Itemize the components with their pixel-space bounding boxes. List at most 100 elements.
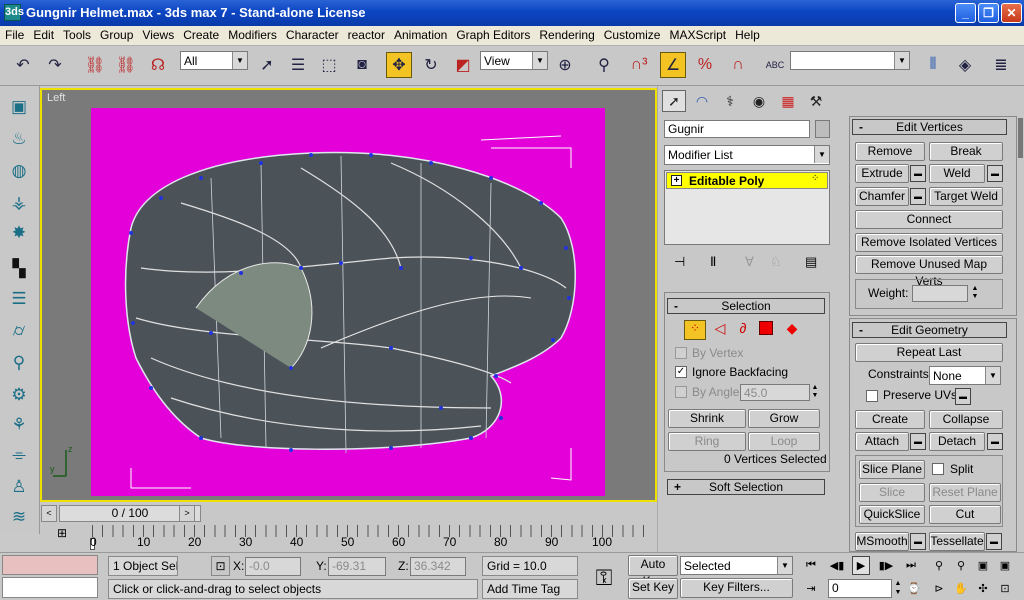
zoom-extents-all-icon[interactable]: ▣ bbox=[996, 556, 1014, 575]
track-bar[interactable]: ⊞ 0 10 20 30 40 50 60 70 80 90 100 bbox=[40, 524, 657, 552]
configure-sets-icon[interactable]: ▤ bbox=[805, 254, 817, 270]
motion-tab-icon[interactable]: ◉ bbox=[747, 90, 771, 112]
y-coordinate-field[interactable]: -69.31 bbox=[328, 557, 386, 576]
zoom-icon[interactable]: ⚲ bbox=[930, 556, 948, 575]
detach-button[interactable]: Detach bbox=[929, 432, 985, 451]
lock-selection-icon[interactable]: ⊡ bbox=[211, 556, 230, 576]
fish-icon[interactable]: ⌯ bbox=[6, 442, 32, 468]
close-button[interactable]: ✕ bbox=[1001, 3, 1022, 23]
edit-geometry-header[interactable]: - Edit Geometry bbox=[852, 322, 1007, 338]
ignore-backfacing-checkbox[interactable]: ✓ bbox=[675, 366, 687, 378]
extrude-button[interactable]: Extrude bbox=[855, 164, 909, 183]
hierarchy-tab-icon[interactable]: ⚕ bbox=[718, 90, 742, 112]
select-and-move-icon[interactable]: ✥ bbox=[386, 52, 412, 78]
utilities-tab-icon[interactable]: ⚒ bbox=[804, 90, 828, 112]
layer-manager-icon[interactable]: ≣ bbox=[988, 52, 1014, 78]
extrude-settings-button[interactable]: ▬ bbox=[910, 165, 926, 182]
angle-field[interactable]: 45.0 bbox=[740, 384, 810, 401]
named-selection-sets-dropdown[interactable]: ▼ bbox=[790, 51, 910, 70]
stack-icon[interactable]: ☰ bbox=[6, 286, 32, 312]
box-icon[interactable]: ▣ bbox=[6, 94, 32, 120]
window-crossing-icon[interactable]: ◙ bbox=[349, 52, 375, 78]
next-frame-icon[interactable]: ▮▶ bbox=[877, 556, 895, 575]
menu-modifiers[interactable]: Modifiers bbox=[223, 26, 281, 42]
go-to-start-icon[interactable]: ⏮ bbox=[802, 556, 820, 575]
mirror-icon[interactable]: ⫴ bbox=[920, 52, 946, 78]
stack-item-editable-poly[interactable]: + Editable Poly ⁘ bbox=[666, 172, 828, 189]
time-configuration-icon[interactable]: ⌚ bbox=[905, 579, 923, 598]
create-button[interactable]: Create bbox=[855, 410, 925, 429]
remove-unused-map-verts-button[interactable]: Remove Unused Map Verts bbox=[855, 255, 1003, 288]
edge-mode-icon[interactable]: ◁ bbox=[711, 320, 729, 340]
by-angle-checkbox[interactable] bbox=[675, 386, 687, 398]
break-button[interactable]: Break bbox=[929, 142, 1003, 161]
detach-settings-button[interactable]: ▬ bbox=[987, 433, 1003, 450]
figure-icon[interactable]: ♙ bbox=[6, 474, 32, 500]
reference-coordinate-dropdown[interactable]: View ▼ bbox=[480, 51, 548, 70]
tessellate-button[interactable]: Tessellate bbox=[929, 532, 985, 551]
menu-rendering[interactable]: Rendering bbox=[534, 26, 598, 42]
menu-file[interactable]: File bbox=[0, 26, 28, 42]
go-to-end-icon[interactable]: ⏭ bbox=[902, 556, 920, 575]
selection-filter-dropdown[interactable]: All ▼ bbox=[180, 51, 248, 70]
split-checkbox[interactable] bbox=[932, 463, 944, 475]
field-of-view-icon[interactable]: ⊳ bbox=[930, 579, 948, 598]
select-and-manipulate-icon[interactable]: ⚲ bbox=[591, 52, 617, 78]
menu-character[interactable]: Character bbox=[281, 26, 343, 42]
star-shape-icon[interactable]: ✸ bbox=[6, 220, 32, 246]
x-coordinate-field[interactable]: -0.0 bbox=[245, 557, 301, 576]
wave-icon[interactable]: ≋ bbox=[6, 504, 32, 530]
collapse-button[interactable]: Collapse bbox=[929, 410, 1003, 429]
cut-button[interactable]: Cut bbox=[929, 505, 1001, 524]
maxscript-listener-pink[interactable] bbox=[2, 555, 98, 575]
weight-spinner[interactable]: ▲ ▼ bbox=[970, 285, 980, 302]
bind-space-warp-icon[interactable]: ☊ bbox=[145, 52, 171, 78]
z-coordinate-field[interactable]: 36.342 bbox=[410, 557, 466, 576]
select-and-link-icon[interactable]: ⛓ bbox=[82, 52, 108, 78]
maxscript-listener-white[interactable] bbox=[2, 577, 98, 598]
ring-button[interactable]: Ring bbox=[668, 432, 746, 451]
remove-modifier-icon[interactable]: ♘ bbox=[770, 254, 782, 270]
magnifier-icon[interactable]: ⚲ bbox=[6, 350, 32, 376]
reset-plane-button[interactable]: Reset Plane bbox=[929, 483, 1001, 502]
snaps-toggle-icon[interactable]: ∩³ bbox=[626, 52, 652, 78]
slice-plane-button[interactable]: Slice Plane bbox=[859, 460, 925, 479]
by-vertex-checkbox[interactable] bbox=[675, 347, 687, 359]
zoom-extents-icon[interactable]: ▣ bbox=[974, 556, 992, 575]
redo-icon[interactable]: ↷ bbox=[42, 52, 68, 78]
plant-icon[interactable]: ⚘ bbox=[6, 412, 32, 438]
loop-button[interactable]: Loop bbox=[748, 432, 820, 451]
chamfer-button[interactable]: Chamfer bbox=[855, 187, 909, 206]
object-color-swatch[interactable] bbox=[815, 120, 830, 138]
set-key-button[interactable]: Set Key bbox=[628, 578, 678, 599]
menu-maxscript[interactable]: MAXScript bbox=[664, 26, 730, 42]
pivot-center-icon[interactable]: ⊕ bbox=[552, 52, 578, 78]
panel-scrollbar[interactable] bbox=[1018, 118, 1023, 158]
lamp-icon[interactable]: ⚶ bbox=[6, 190, 32, 216]
select-object-icon[interactable]: ➚ bbox=[254, 52, 280, 78]
rectangular-selection-icon[interactable]: ⬚ bbox=[316, 52, 342, 78]
preserve-uvs-checkbox[interactable] bbox=[866, 390, 878, 402]
slice-button[interactable]: Slice bbox=[859, 483, 925, 502]
viewport-label[interactable]: Left bbox=[47, 92, 65, 104]
time-prev-button[interactable]: < bbox=[41, 505, 57, 522]
repeat-last-button[interactable]: Repeat Last bbox=[855, 343, 1003, 362]
key-mode-toggle-icon[interactable]: ⇥ bbox=[802, 579, 820, 598]
menu-customize[interactable]: Customize bbox=[599, 26, 665, 42]
attach-button[interactable]: Attach bbox=[855, 432, 909, 451]
menu-views[interactable]: Views bbox=[137, 26, 178, 42]
menu-graph-editors[interactable]: Graph Editors bbox=[451, 26, 534, 42]
connect-button[interactable]: Connect bbox=[855, 210, 1003, 229]
zoom-all-icon[interactable]: ⚲ bbox=[952, 556, 970, 575]
msmooth-button[interactable]: MSmooth bbox=[855, 532, 909, 551]
attach-list-button[interactable]: ▬ bbox=[910, 433, 926, 450]
edit-vertices-header[interactable]: - Edit Vertices bbox=[852, 119, 1007, 135]
shrink-button[interactable]: Shrink bbox=[668, 409, 746, 428]
select-and-scale-icon[interactable]: ◩ bbox=[450, 52, 476, 78]
restore-button[interactable]: ❐ bbox=[978, 3, 999, 23]
create-tab-icon[interactable]: ➚ bbox=[662, 90, 686, 112]
border-mode-icon[interactable]: ∂ bbox=[734, 320, 752, 340]
msmooth-settings-button[interactable]: ▬ bbox=[910, 533, 926, 550]
minimize-button[interactable]: _ bbox=[955, 3, 976, 23]
remove-isolated-vertices-button[interactable]: Remove Isolated Vertices bbox=[855, 233, 1003, 252]
